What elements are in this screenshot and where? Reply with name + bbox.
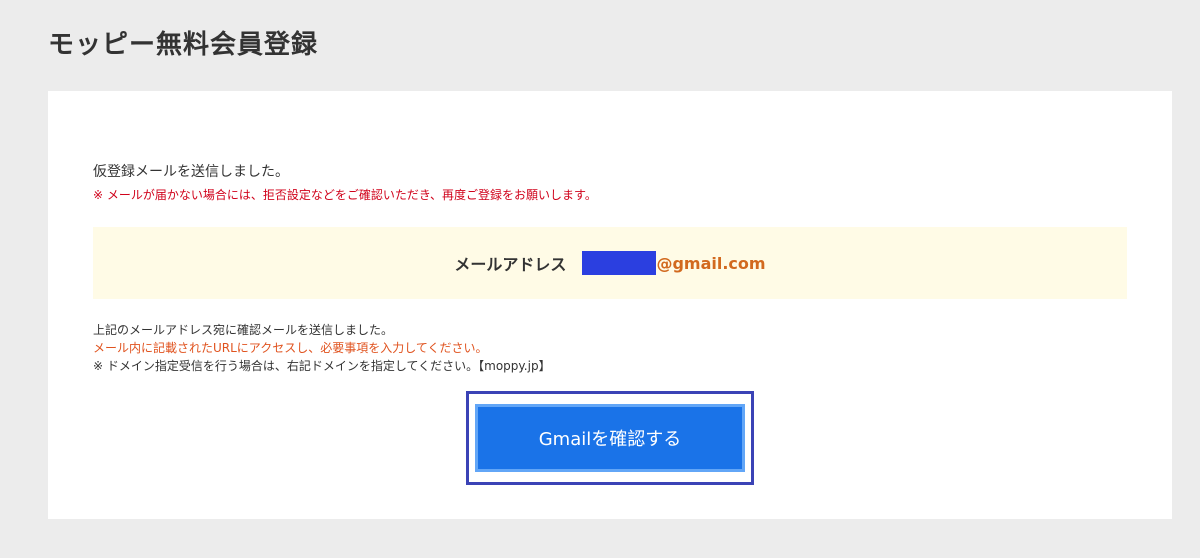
page-title: モッピー無料会員登録 [48, 30, 319, 60]
note-access-url: メール内に記載されたURLにアクセスし、必要事項を入力してください。 [93, 341, 488, 355]
email-domain: @gmail.com [656, 253, 766, 273]
email-redaction [582, 251, 657, 275]
note-domain-filter: ※ ドメイン指定受信を行う場合は、右記ドメインを指定してください。【moppy.… [93, 359, 551, 373]
warning-message: ※ メールが届かない場合には、拒否設定などをご確認いただき、再度ご登録をお願いし… [93, 188, 597, 202]
check-gmail-button[interactable]: Gmailを確認する [475, 404, 745, 472]
sent-message: 仮登録メールを送信しました。 [93, 164, 289, 180]
instruction-notes: 上記のメールアドレス宛に確認メールを送信しました。 メール内に記載されたURLに… [93, 321, 551, 375]
note-confirmation-sent: 上記のメールアドレス宛に確認メールを送信しました。 [93, 323, 394, 337]
gmail-button-highlight: Gmailを確認する [466, 391, 754, 485]
email-display-box: メールアドレス @gmail.com [93, 227, 1127, 299]
registration-card: 仮登録メールを送信しました。 ※ メールが届かない場合には、拒否設定などをご確認… [48, 91, 1172, 519]
email-label: メールアドレス [454, 255, 567, 274]
